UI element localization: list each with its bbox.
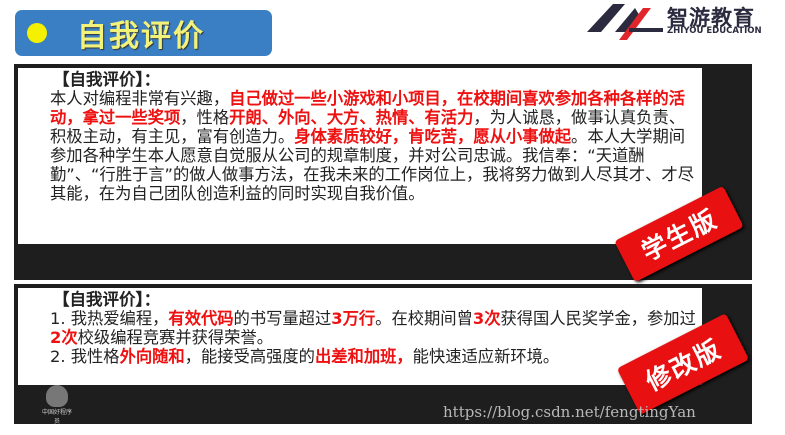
highlighted-text: 开朗、外向、大方、热情、有活力 bbox=[229, 108, 474, 127]
watermark: https://blog.csdn.net/fengtingYan bbox=[443, 403, 696, 421]
panel-heading: 【自我评价】： bbox=[53, 70, 161, 89]
highlighted-text: 出差和加班， bbox=[314, 347, 413, 366]
highlighted-text: 3万行 bbox=[331, 309, 376, 328]
panel-heading: 【自我评价】： bbox=[53, 290, 161, 309]
highlighted-text: 3次 bbox=[472, 309, 501, 328]
text-segment: 。在校期间曾 bbox=[375, 309, 473, 328]
highlighted-text: 身体素质较好，肯吃苦，愿从小事做起 bbox=[294, 127, 572, 146]
section-header: 自我评价 bbox=[15, 10, 272, 56]
highlighted-text: 有效代码 bbox=[168, 309, 234, 328]
emblem-icon bbox=[46, 385, 68, 407]
text-segment: 2. 我性格 bbox=[50, 347, 120, 366]
text-segment: 的书写量超过 bbox=[233, 309, 332, 328]
text-segment: 本人对编程非常有兴趣， bbox=[50, 89, 230, 108]
bullet-dot-icon bbox=[27, 23, 47, 43]
text-segment: 获得国人民奖学金，参加过 bbox=[500, 309, 696, 328]
text-segment: 1. 我热爱编程， bbox=[50, 309, 169, 328]
text-segment: 校级编程竞赛并获得荣誉。 bbox=[77, 328, 274, 347]
self-evaluation-text: 本人对编程非常有兴趣，自己做过一些小游戏和小项目，在校期间喜欢参加各种各样的活动… bbox=[50, 89, 700, 203]
zhiyou-logo: 智游教育 ZHIYOU EDUCATION bbox=[585, 0, 785, 40]
emblem-logo: 中国好程序员 bbox=[40, 385, 74, 425]
section-title: 自我评价 bbox=[77, 19, 205, 54]
highlighted-text: 2次 bbox=[50, 328, 78, 347]
logo-mark-icon bbox=[587, 4, 663, 40]
self-evaluation-text: 1. 我热爱编程，有效代码的书写量超过3万行。在校期间曾3次获得国人民奖学金，参… bbox=[50, 309, 700, 366]
text-segment: ，性格 bbox=[180, 108, 230, 127]
text-segment: 能快速适应新环境。 bbox=[412, 347, 560, 366]
text-segment: ，能接受高强度的 bbox=[184, 347, 315, 366]
logo-name-en: ZHIYOU EDUCATION bbox=[667, 26, 762, 36]
emblem-text: 中国好程序员 bbox=[41, 409, 72, 425]
highlighted-text: 外向随和 bbox=[119, 347, 185, 366]
